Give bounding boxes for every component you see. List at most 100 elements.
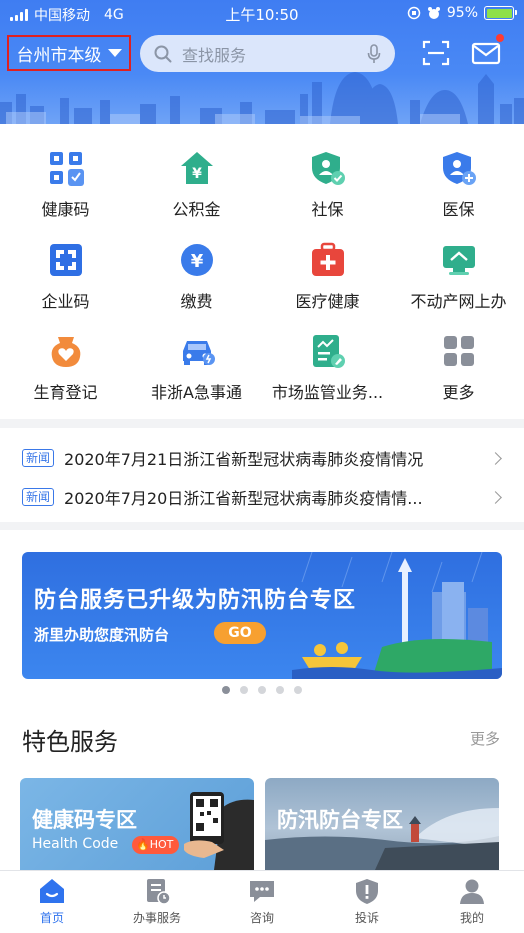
pagination-dot-active[interactable]: [222, 686, 230, 694]
news-tag: 新闻: [22, 449, 55, 467]
chevron-right-icon: [489, 490, 502, 504]
qr-phone-illustration: [184, 792, 254, 870]
flame-icon: 🔥: [136, 838, 150, 851]
complaint-shield-icon: [356, 879, 378, 904]
tab-complaint[interactable]: 投诉: [315, 877, 419, 926]
search-placeholder: 查找服务: [182, 45, 247, 65]
tab-label: 投诉: [354, 911, 379, 925]
scan-icon[interactable]: [421, 38, 451, 68]
service-label: 非浙A急事通: [151, 383, 242, 402]
health-code-icon: [49, 152, 84, 186]
pagination-dot[interactable]: [294, 686, 302, 694]
chat-icon: [250, 881, 274, 902]
service-payment[interactable]: ¥ 缴费: [131, 242, 262, 312]
app-header: 中国移动 4G 上午10:50 95% 台州市本级 查找服务: [0, 0, 524, 124]
pagination-dot[interactable]: [240, 686, 248, 694]
banner-pagination: [0, 686, 524, 694]
service-birth-registration[interactable]: 生育登记: [0, 333, 131, 403]
service-non-zhejiang-a[interactable]: 非浙A急事通: [131, 333, 262, 403]
car-icon: [182, 341, 215, 365]
enterprise-code-icon: [49, 244, 82, 276]
service-label: 生育登记: [33, 383, 98, 402]
search-bar[interactable]: 查找服务: [140, 35, 395, 72]
service-label: 医保: [442, 200, 475, 219]
battery-percent: 95%: [446, 5, 478, 21]
medical-kit-icon: [311, 242, 344, 276]
tab-mine[interactable]: 我的: [420, 877, 524, 926]
message-button[interactable]: [471, 34, 504, 68]
tab-label: 咨询: [249, 911, 274, 925]
pagination-dot[interactable]: [258, 686, 266, 694]
banner-subtitle: 浙里办助您度汛防台: [34, 626, 170, 644]
payment-icon: ¥: [180, 244, 213, 276]
service-more[interactable]: 更多: [393, 333, 524, 403]
service-label: 更多: [442, 383, 475, 402]
service-label: 公积金: [172, 200, 221, 219]
svg-text:¥: ¥: [190, 251, 203, 272]
orientation-lock-icon: [407, 6, 421, 20]
service-label: 缴费: [180, 292, 213, 311]
news-headline: 2020年7月21日浙江省新型冠状病毒肺炎疫情情况: [64, 450, 424, 469]
tab-home[interactable]: 首页: [0, 877, 104, 926]
main-content: 防台服务已升级为防汛防台专区 浙里办助您度汛防台 GO 特色服务 更多 健康码专…: [0, 530, 524, 870]
tab-label: 我的: [459, 911, 484, 925]
service-grid: 健康码 ¥ 公积金 社保 医保 企业码 ¥ 缴费 医疗健康 不动产网上办 生育登…: [0, 124, 524, 419]
user-icon: [460, 879, 484, 904]
bottom-tab-bar: 首页 办事服务 咨询 投诉 我的: [0, 870, 524, 933]
service-label: 企业码: [41, 292, 90, 311]
chevron-right-icon: [489, 451, 502, 465]
alarm-icon: [427, 7, 440, 19]
city-skyline-illustration: [0, 72, 524, 124]
service-label: 社保: [311, 200, 344, 219]
flood-typhoon-zone-card[interactable]: 防汛防台专区: [265, 778, 499, 870]
hot-badge: 🔥HOT: [132, 836, 180, 854]
banner-go-button[interactable]: GO: [214, 622, 266, 644]
tab-label: 首页: [39, 911, 64, 925]
social-security-icon: [311, 152, 345, 185]
housing-fund-icon: ¥: [180, 152, 213, 184]
pagination-dot[interactable]: [276, 686, 284, 694]
tab-services[interactable]: 办事服务: [105, 877, 209, 926]
microphone-icon[interactable]: [367, 43, 381, 64]
card-title: 防汛防台专区: [277, 808, 403, 832]
service-label: 健康码: [41, 200, 90, 219]
news-item[interactable]: 新闻 2020年7月20日浙江省新型冠状病毒肺炎疫情情...: [22, 482, 502, 512]
caret-down-icon: [107, 49, 122, 57]
featured-more-link[interactable]: 更多: [470, 728, 500, 749]
news-ticker: 新闻 2020年7月21日浙江省新型冠状病毒肺炎疫情情况 新闻 2020年7月2…: [0, 428, 524, 522]
banner-title: 防台服务已升级为防汛防台专区: [34, 588, 357, 613]
status-bar: 中国移动 4G 上午10:50 95%: [0, 0, 524, 28]
battery-icon: [484, 6, 517, 20]
service-real-estate[interactable]: 不动产网上办: [393, 242, 524, 312]
city-selector[interactable]: 台州市本级: [7, 35, 131, 71]
service-medical-insurance[interactable]: 医保: [393, 150, 524, 220]
service-enterprise-code[interactable]: 企业码: [0, 242, 131, 312]
card-subtitle: Health Code: [32, 836, 119, 852]
service-label: 市场监管业务...: [271, 383, 384, 402]
service-doc-icon: [147, 879, 171, 905]
medical-insurance-icon: [442, 152, 476, 185]
news-tag: 新闻: [22, 488, 55, 506]
svg-text:¥: ¥: [192, 166, 202, 182]
market-supervision-icon: [312, 335, 345, 368]
city-label: 台州市本级: [16, 45, 102, 66]
badge-label: HOT: [149, 838, 174, 851]
real-estate-icon: [442, 246, 475, 275]
flood-typhoon-illustration: [292, 552, 502, 679]
service-label: 医疗健康: [295, 292, 360, 311]
tab-consult[interactable]: 咨询: [210, 877, 314, 926]
news-item[interactable]: 新闻 2020年7月21日浙江省新型冠状病毒肺炎疫情情况: [22, 443, 502, 473]
search-icon: [154, 45, 172, 62]
service-market-supervision[interactable]: 市场监管业务...: [262, 333, 393, 403]
service-social-security[interactable]: 社保: [262, 150, 393, 220]
home-icon: [40, 879, 64, 903]
promo-banner[interactable]: 防台服务已升级为防汛防台专区 浙里办助您度汛防台 GO: [22, 552, 502, 679]
birth-registration-icon: [51, 337, 80, 367]
service-medical-health[interactable]: 医疗健康: [262, 242, 393, 312]
service-housing-fund[interactable]: ¥ 公积金: [131, 150, 262, 220]
featured-section-title: 特色服务: [22, 728, 118, 756]
news-headline: 2020年7月20日浙江省新型冠状病毒肺炎疫情情...: [64, 489, 423, 508]
health-code-zone-card[interactable]: 健康码专区 Health Code 🔥HOT: [20, 778, 254, 870]
service-health-code[interactable]: 健康码: [0, 150, 131, 220]
more-grid-icon: [443, 336, 474, 366]
